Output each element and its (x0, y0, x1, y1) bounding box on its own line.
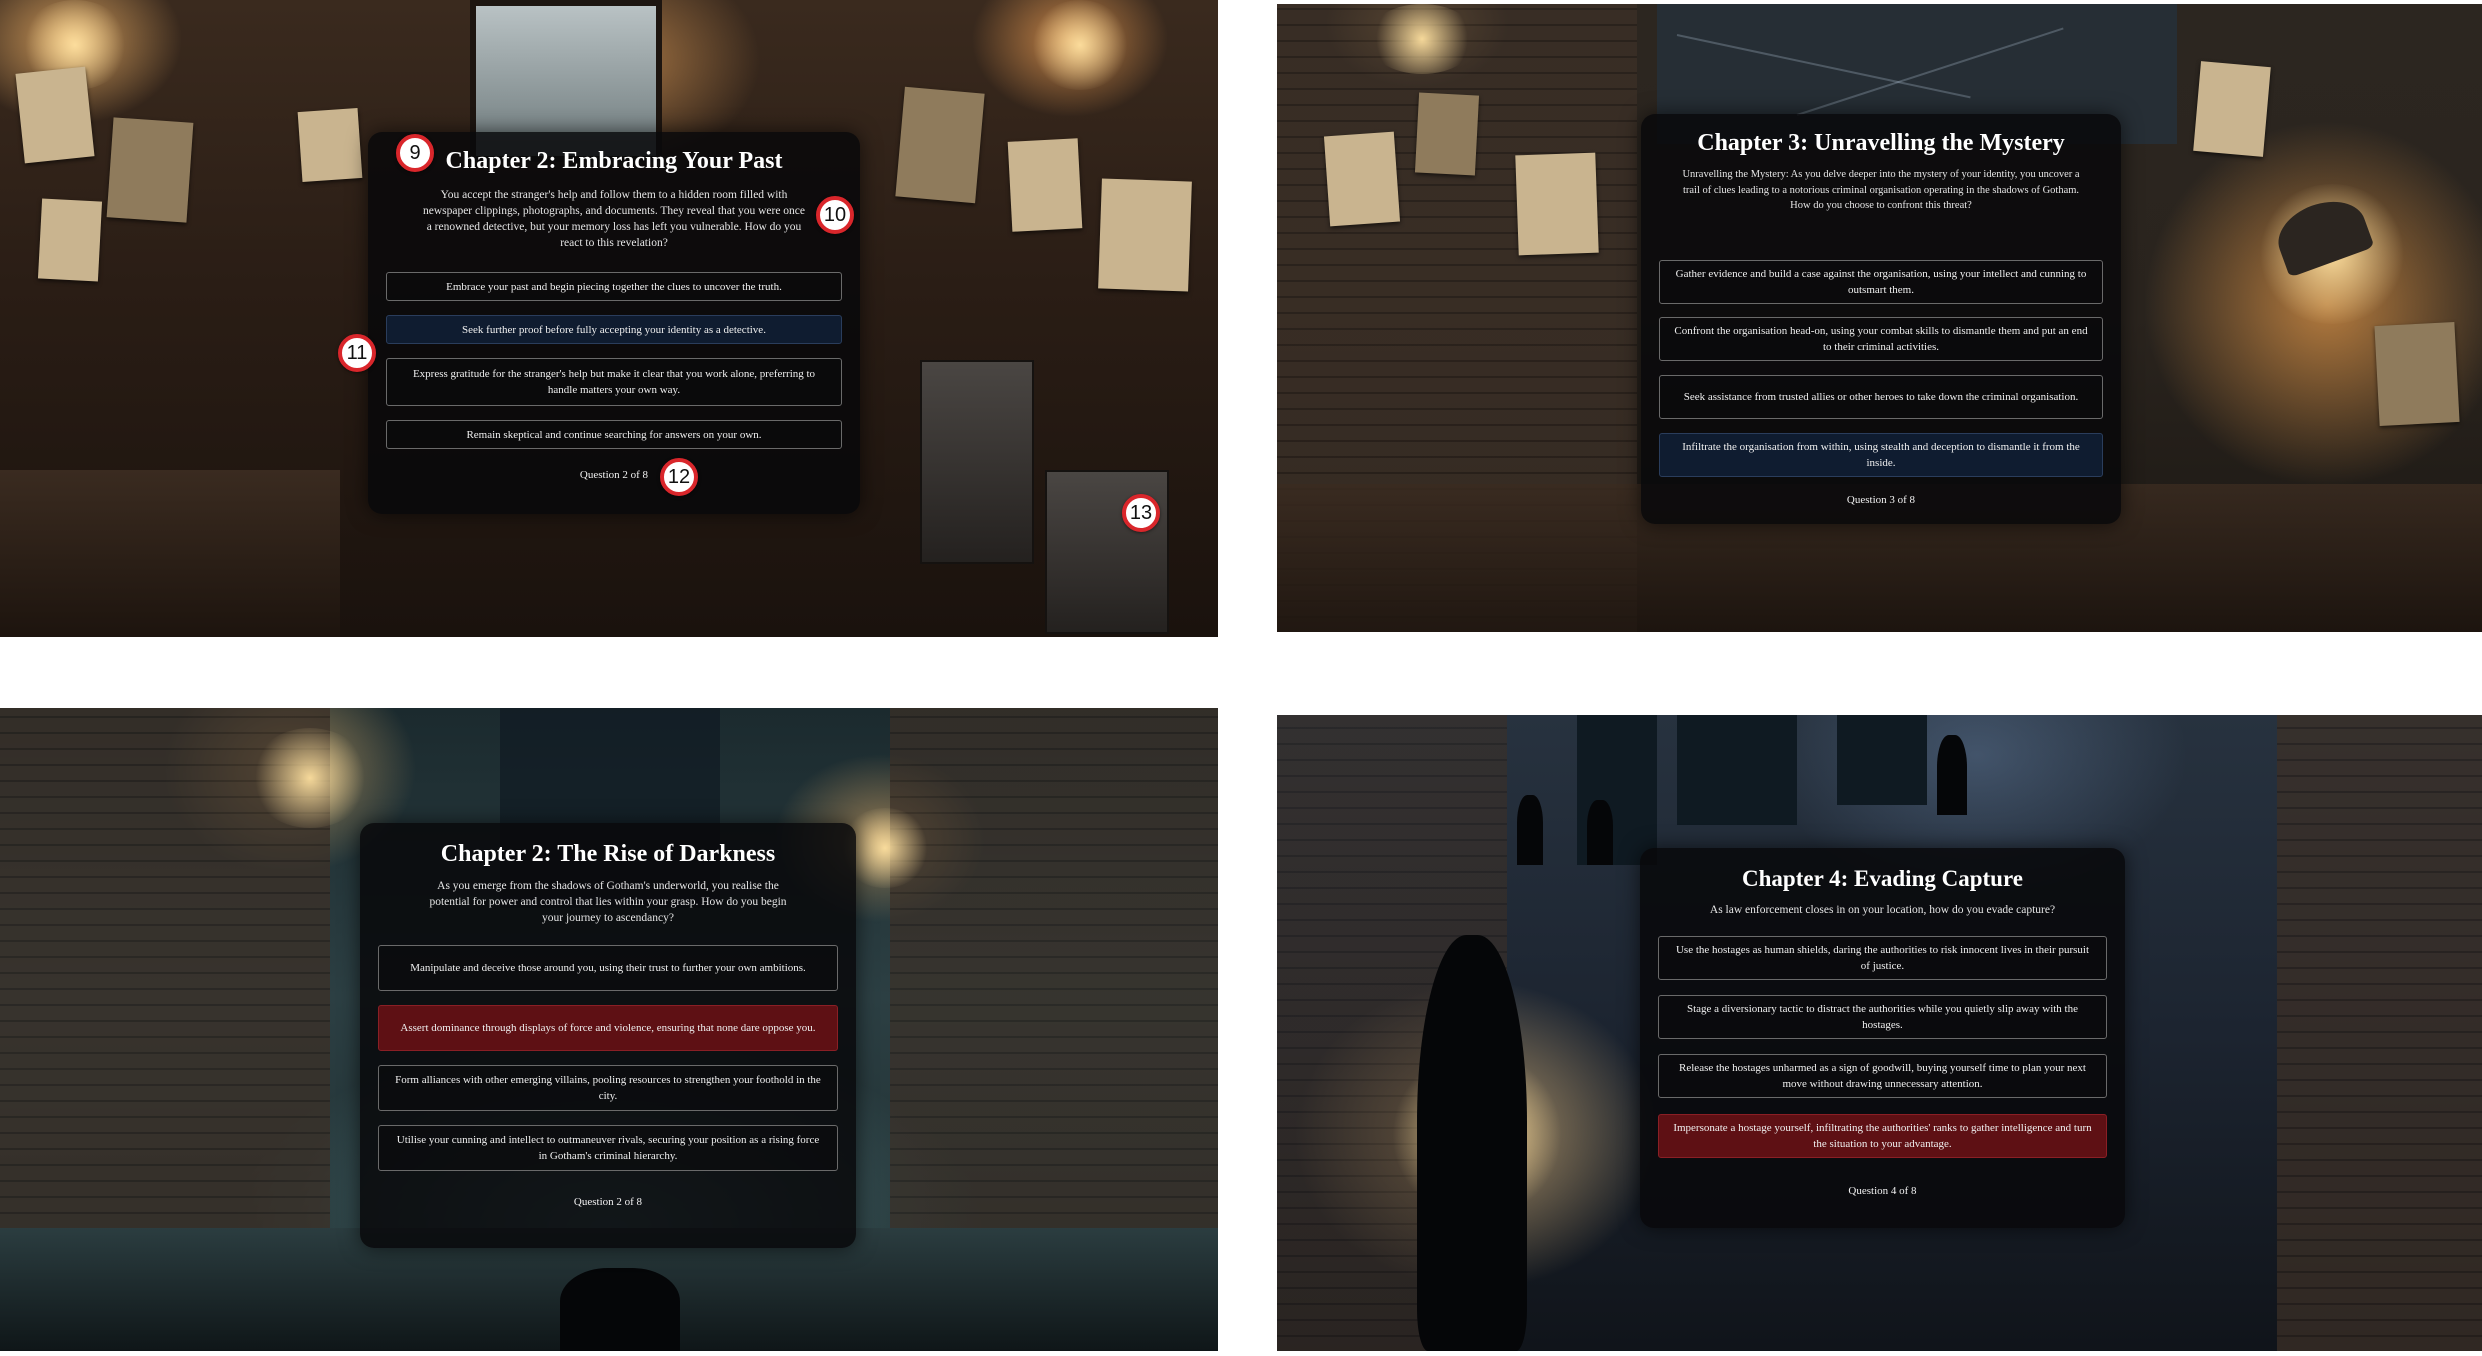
lamp-glow (1367, 4, 1477, 74)
clue-photo (2193, 61, 2271, 157)
question-counter: Question 3 of 8 (1846, 494, 1916, 506)
question-card: Chapter 3: Unravelling the Mystery Unrav… (1641, 114, 2121, 524)
answer-option-3[interactable]: Express gratitude for the stranger's hel… (386, 358, 842, 406)
panel-chapter-2-the-rise-of-darkness: Chapter 2: The Rise of Darkness As you e… (0, 708, 1218, 1351)
panel-chapter-3-unravelling-the-mystery: Chapter 3: Unravelling the Mystery Unrav… (1277, 4, 2482, 632)
answer-option-3[interactable]: Release the hostages unharmed as a sign … (1658, 1054, 2107, 1098)
answer-option-4[interactable]: Remain skeptical and continue searching … (386, 420, 842, 449)
newspaper-clipping (106, 117, 194, 223)
answer-option-1[interactable]: Manipulate and deceive those around you,… (378, 945, 838, 991)
annotation-marker: 9 (396, 134, 434, 172)
chapter-title: Chapter 2: Embracing Your Past (445, 148, 783, 174)
question-card: Chapter 2: Embracing Your Past You accep… (368, 132, 860, 514)
chapter-intro: Unravelling the Mystery: As you delve de… (1682, 169, 2080, 211)
answer-option-2[interactable]: Confront the organisation head-on, using… (1659, 317, 2103, 361)
answer-option-2[interactable]: Seek further proof before fully acceptin… (386, 315, 842, 344)
clue-photo (1414, 92, 1480, 176)
chapter-intro: You accept the stranger's help and follo… (422, 189, 806, 249)
panel-chapter-2-embracing-your-past: Chapter 2: Embracing Your Past You accep… (0, 0, 1218, 637)
question-card: Chapter 4: Evading Capture As law enforc… (1640, 848, 2125, 1228)
lamp-glow (1030, 0, 1130, 90)
alley-wall-right (890, 708, 1218, 1228)
question-card: Chapter 2: The Rise of Darkness As you e… (360, 823, 856, 1248)
newspaper-clipping (297, 107, 363, 183)
chapter-intro: As law enforcement closes in on your loc… (1709, 904, 2056, 916)
question-counter: Question 4 of 8 (1848, 1185, 1917, 1197)
armed-silhouette (1587, 800, 1613, 865)
fleeing-silhouette (1417, 935, 1527, 1351)
clue-photo (1323, 131, 1401, 227)
skyline-building (1677, 715, 1797, 825)
newspaper-clipping (895, 86, 985, 204)
newspaper-clipping (37, 198, 103, 282)
chapter-title: Chapter 2: The Rise of Darkness (440, 841, 776, 867)
skyline-building (1837, 715, 1927, 805)
brick-wall-right (2277, 715, 2482, 1351)
newspaper-clipping (1007, 138, 1083, 232)
annotation-marker: 12 (660, 458, 698, 496)
panel-chapter-4-evading-capture: Chapter 4: Evading Capture As law enforc… (1277, 715, 2482, 1351)
newspaper-clipping (15, 66, 95, 164)
answer-option-4[interactable]: Utilise your cunning and intellect to ou… (378, 1125, 838, 1171)
answer-option-4[interactable]: Impersonate a hostage yourself, infiltra… (1658, 1114, 2107, 1158)
answer-option-2[interactable]: Assert dominance through displays of for… (378, 1005, 838, 1051)
answer-option-1[interactable]: Use the hostages as human shields, darin… (1658, 936, 2107, 980)
filing-cabinet (920, 360, 1034, 564)
answer-option-3[interactable]: Seek assistance from trusted allies or o… (1659, 375, 2103, 419)
chapter-title: Chapter 3: Unravelling the Mystery (1697, 130, 2065, 156)
clue-photo (1515, 152, 1599, 256)
newspaper-clipping (1098, 178, 1192, 292)
clue-photo (2374, 321, 2460, 427)
desk (0, 470, 340, 637)
answer-option-2[interactable]: Stage a diversionary tactic to distract … (1658, 995, 2107, 1039)
answer-option-1[interactable]: Gather evidence and build a case against… (1659, 260, 2103, 304)
caped-silhouette (1937, 735, 1967, 815)
answer-option-4[interactable]: Infiltrate the organisation from within,… (1659, 433, 2103, 477)
chapter-title: Chapter 4: Evading Capture (1742, 866, 2023, 891)
answer-option-3[interactable]: Form alliances with other emerging villa… (378, 1065, 838, 1111)
filing-cabinet (1045, 470, 1169, 634)
armed-silhouette (1517, 795, 1543, 865)
chapter-intro: As you emerge from the shadows of Gotham… (429, 880, 787, 924)
street-lamp-glow (250, 728, 370, 828)
annotation-marker: 10 (816, 196, 854, 234)
question-counter: Question 2 of 8 (573, 1196, 643, 1208)
annotation-marker: 13 (1122, 494, 1160, 532)
cloaked-figure (560, 1268, 680, 1351)
answer-option-1[interactable]: Embrace your past and begin piecing toge… (386, 272, 842, 301)
annotation-marker: 11 (338, 334, 376, 372)
question-counter: Question 2 of 8 (579, 469, 649, 481)
